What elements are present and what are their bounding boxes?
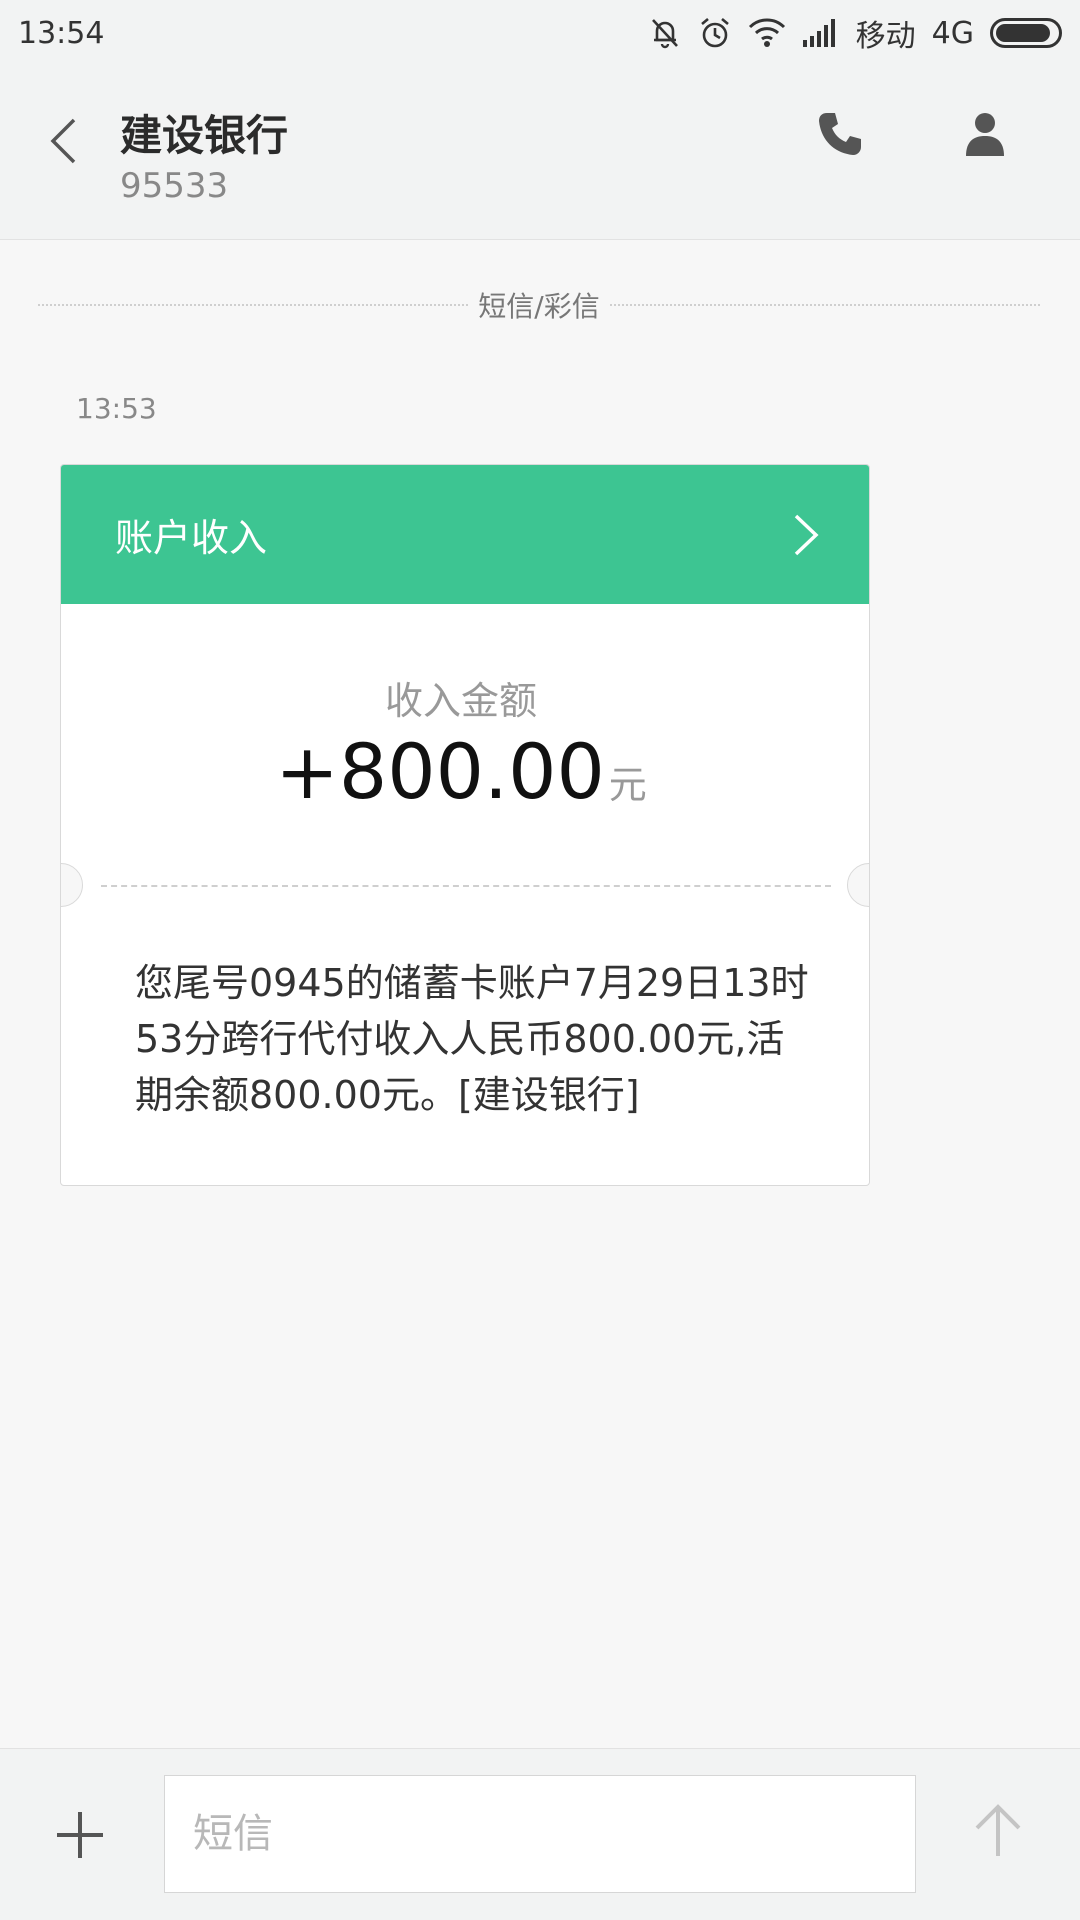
contact-info-button[interactable] xyxy=(955,104,1015,164)
divider-line xyxy=(38,304,469,306)
carrier-name: 移动 xyxy=(855,19,916,54)
network-type: 4G xyxy=(931,15,974,51)
message-type-divider: 短信/彩信 xyxy=(38,285,1040,325)
plus-icon xyxy=(57,1812,103,1858)
phone-icon xyxy=(819,113,861,155)
send-button[interactable] xyxy=(968,1801,1028,1861)
amount-unit: 元 xyxy=(608,763,647,807)
wifi-icon xyxy=(748,17,786,49)
battery-icon xyxy=(990,18,1062,48)
card-title: 账户收入 xyxy=(115,516,268,560)
conversation-header: 建设银行 95533 xyxy=(0,66,1080,240)
ticket-notch-right xyxy=(847,863,869,907)
contact-number: 95533 xyxy=(120,166,229,206)
message-body: 您尾号0945的储蓄卡账户7月29日13时53分跨行代付收入人民币800.00元… xyxy=(135,961,809,1117)
message-input[interactable] xyxy=(164,1775,916,1893)
back-button[interactable] xyxy=(38,106,88,176)
status-bar: 13:54 移动 4G xyxy=(0,0,1080,66)
bank-notification-card[interactable]: 账户收入 收入金额 +800.00 元 您尾号0945的储蓄卡账户7月29日13时… xyxy=(60,464,870,1186)
amount-label: 收入金额 xyxy=(384,679,537,723)
compose-bar xyxy=(0,1748,1080,1920)
divider-label: 短信/彩信 xyxy=(478,290,600,323)
contact-name: 建设银行 xyxy=(120,111,289,160)
chevron-right-icon xyxy=(794,514,819,555)
signal-icon xyxy=(802,18,840,48)
alarm-icon xyxy=(698,16,732,50)
amount-row: +800.00 元 xyxy=(61,727,861,816)
status-indicators: 移动 4G xyxy=(648,11,1062,55)
add-attachment-button[interactable] xyxy=(50,1805,110,1865)
status-time: 13:54 xyxy=(18,15,105,51)
call-button[interactable] xyxy=(810,104,870,164)
person-icon xyxy=(966,113,1004,156)
card-header[interactable]: 账户收入 xyxy=(61,465,869,604)
ticket-perforation xyxy=(101,885,831,887)
back-chevron-icon xyxy=(50,118,76,164)
message-timestamp: 13:53 xyxy=(76,392,157,425)
amount-value: +800.00 xyxy=(275,727,605,816)
mute-bell-icon xyxy=(648,16,682,50)
battery-level xyxy=(996,24,1050,42)
ticket-notch-left xyxy=(61,863,83,907)
send-arrow-icon xyxy=(975,1804,1021,1856)
divider-line xyxy=(609,304,1040,306)
